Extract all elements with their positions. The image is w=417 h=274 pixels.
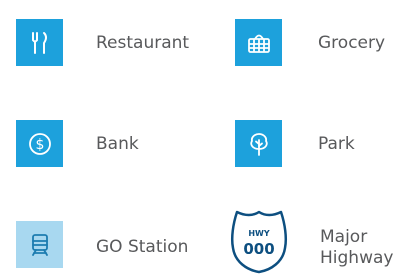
go-station-label: GO Station xyxy=(96,237,189,257)
bank-tile: $ xyxy=(16,120,63,167)
grocery-tile xyxy=(235,19,282,66)
svg-text:$: $ xyxy=(35,137,44,153)
restaurant-label: Restaurant xyxy=(96,33,190,53)
fork-knife-icon xyxy=(31,31,47,54)
tree-icon xyxy=(249,132,268,156)
bank-label: Bank xyxy=(96,134,139,154)
major-highway-label-line1: Major xyxy=(320,227,368,247)
train-icon xyxy=(31,233,48,256)
shield-top-text: HWY xyxy=(248,229,270,238)
restaurant-tile xyxy=(16,19,63,66)
go-station-tile xyxy=(16,221,63,268)
shield-number-text: 000 xyxy=(243,240,274,258)
grocery-label: Grocery xyxy=(318,33,386,53)
park-label: Park xyxy=(318,134,355,154)
major-highway-label-line2: Highway xyxy=(320,248,394,268)
dollar-coin-icon: $ xyxy=(28,132,51,155)
highway-shield-icon: HWY 000 xyxy=(227,206,291,274)
park-tile xyxy=(235,120,282,167)
basket-icon xyxy=(247,34,270,53)
